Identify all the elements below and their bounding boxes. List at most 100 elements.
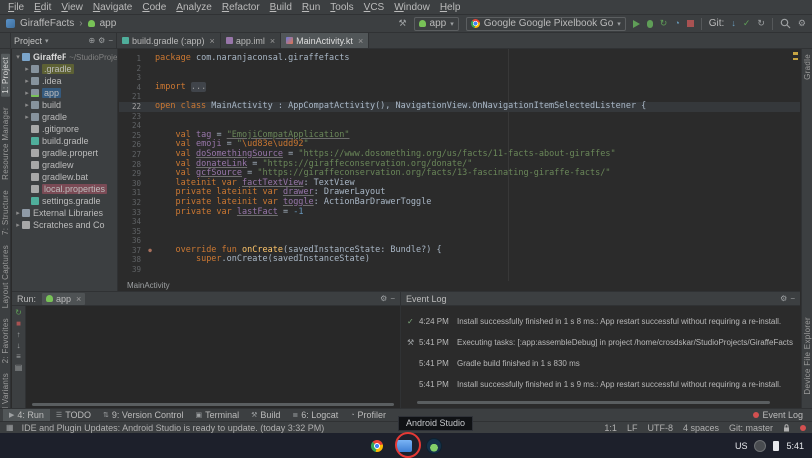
- toolwindow-button-event-log[interactable]: Event Log: [747, 409, 809, 421]
- menu-item-help[interactable]: Help: [435, 2, 466, 13]
- settings-gear-icon[interactable]: ⚙: [98, 36, 105, 45]
- tree-item-gitignore[interactable]: .gitignore: [12, 123, 117, 135]
- toolwindow-button-9-version-control[interactable]: ⇅9: Version Control: [97, 409, 189, 421]
- toolwindow-stripe-1-project[interactable]: 1: Project: [1, 54, 10, 97]
- toolbar-module-name[interactable]: app: [100, 18, 117, 29]
- chrome-taskbar-icon[interactable]: [371, 440, 383, 452]
- warning-scroll-mark[interactable]: [793, 58, 798, 60]
- menu-icon[interactable]: ≡: [16, 352, 21, 362]
- run-console-output[interactable]: [26, 306, 400, 408]
- system-tray[interactable]: US 5:41: [735, 433, 804, 458]
- menu-item-view[interactable]: View: [56, 2, 88, 13]
- toolwindow-toggle-icon[interactable]: ▦: [6, 423, 14, 432]
- menu-item-code[interactable]: Code: [137, 2, 171, 13]
- tree-item-gradlew-bat[interactable]: gradlew.bat: [12, 171, 117, 183]
- settings-gear-icon[interactable]: ⚙: [380, 294, 387, 303]
- code-line-4[interactable]: 4import ...: [119, 83, 800, 93]
- close-icon[interactable]: ×: [210, 36, 215, 46]
- status-message[interactable]: IDE and Plugin Updates: Android Studio i…: [22, 423, 325, 433]
- toolwindow-stripe-device-file-explorer[interactable]: Device File Explorer: [803, 317, 812, 395]
- line-separator[interactable]: LF: [627, 423, 638, 433]
- code-line-2[interactable]: 2: [119, 64, 800, 74]
- hide-panel-icon[interactable]: −: [108, 36, 113, 45]
- run-configuration-select[interactable]: app ▾: [414, 17, 459, 31]
- settings-gear-icon[interactable]: ⚙: [780, 294, 787, 303]
- apply-changes-icon[interactable]: ↻: [660, 19, 668, 28]
- toolwindow-stripe-resource-manager[interactable]: Resource Manager: [1, 107, 10, 180]
- warning-scroll-mark[interactable]: [793, 52, 798, 55]
- stop-icon[interactable]: ■: [16, 319, 21, 329]
- code-line-38[interactable]: 38 super.onCreate(savedInstanceState): [119, 255, 800, 265]
- menu-item-navigate[interactable]: Navigate: [88, 2, 137, 13]
- code-line-22[interactable]: 22open class MainActivity : AppCompatAct…: [119, 102, 800, 112]
- editor-tab-mainactivity-kt[interactable]: MainActivity.kt×: [281, 33, 369, 48]
- keyboard-layout-label[interactable]: US: [735, 441, 748, 451]
- run-button[interactable]: [633, 20, 640, 28]
- tree-item-build-gradle[interactable]: build.gradle: [12, 135, 117, 147]
- run-tab-app[interactable]: app ×: [42, 293, 85, 305]
- menu-item-window[interactable]: Window: [389, 2, 435, 13]
- file-encoding[interactable]: UTF-8: [647, 423, 673, 433]
- tree-item-idea[interactable]: ▸.idea: [12, 75, 117, 87]
- close-icon[interactable]: ×: [270, 36, 275, 46]
- tree-item-gradle-propert[interactable]: gradle.propert: [12, 147, 117, 159]
- hide-panel-icon[interactable]: −: [790, 294, 795, 303]
- code-line-3[interactable]: 3: [119, 73, 800, 83]
- up-icon[interactable]: ↑: [17, 330, 21, 340]
- toolwindow-button-profiler[interactable]: ◔Profiler: [344, 409, 392, 421]
- code-editor[interactable]: 1package com.naranjaconsal.giraffefacts2…: [119, 49, 800, 281]
- close-icon[interactable]: ×: [76, 294, 81, 304]
- code-line-39[interactable]: 39: [119, 265, 800, 275]
- toolwindow-stripe-7-structure[interactable]: 7: Structure: [1, 190, 10, 235]
- rerun-icon[interactable]: ↻: [15, 308, 22, 318]
- git-commit-icon[interactable]: ✓: [743, 19, 751, 28]
- toolwindow-button-4-run[interactable]: ▶4: Run: [3, 409, 50, 421]
- menu-item-refactor[interactable]: Refactor: [217, 2, 265, 13]
- notification-dot-icon[interactable]: [800, 425, 806, 431]
- tree-item-build[interactable]: ▸build: [12, 99, 117, 111]
- horizontal-scrollbar[interactable]: [32, 403, 394, 406]
- editor-tab-app-iml[interactable]: app.iml×: [221, 33, 281, 48]
- toolwindow-button-terminal[interactable]: ▣Terminal: [189, 409, 245, 421]
- menu-item-tools[interactable]: Tools: [325, 2, 358, 13]
- settings-gear-icon[interactable]: ⚙: [798, 19, 806, 28]
- lock-icon[interactable]: [783, 424, 790, 432]
- project-panel-title[interactable]: Project: [14, 36, 42, 46]
- hide-panel-icon[interactable]: −: [390, 294, 395, 303]
- menu-item-analyze[interactable]: Analyze: [171, 2, 217, 13]
- down-icon[interactable]: ↓: [17, 341, 21, 351]
- tree-item-settings-gradle[interactable]: settings.gradle: [12, 195, 117, 207]
- menu-item-file[interactable]: File: [3, 2, 29, 13]
- tree-item-external-libraries[interactable]: ▸External Libraries: [12, 207, 117, 219]
- clear-icon[interactable]: ▤: [15, 363, 23, 373]
- stop-button[interactable]: [687, 20, 694, 27]
- editor-breadcrumb[interactable]: MainActivity: [119, 281, 800, 291]
- event-log-entries[interactable]: ✓4:24 PMInstall successfully finished in…: [401, 306, 800, 408]
- indent-setting[interactable]: 4 spaces: [683, 423, 719, 433]
- toolwindow-stripe-gradle[interactable]: Gradle: [803, 54, 812, 80]
- device-select[interactable]: Google Google Pixelbook Go ▾: [466, 17, 626, 31]
- toolwindow-stripe-2-favorites[interactable]: 2: Favorites: [1, 318, 10, 363]
- tree-item-app[interactable]: ▸app: [12, 87, 117, 99]
- code-line-35[interactable]: 35: [119, 227, 800, 237]
- android-studio-taskbar-icon[interactable]: [426, 438, 442, 454]
- git-branch[interactable]: Git: master: [729, 423, 773, 433]
- toolwindow-button-6-logcat[interactable]: ≣6: Logcat: [286, 409, 344, 421]
- toolwindow-button-build[interactable]: ⚒Build: [245, 409, 286, 421]
- locate-file-icon[interactable]: ⊕: [88, 36, 95, 45]
- code-line-34[interactable]: 34: [119, 217, 800, 227]
- tree-item-gradle[interactable]: ▸.gradle: [12, 63, 117, 75]
- build-hammer-icon[interactable]: ⚒: [398, 19, 406, 28]
- toolwindow-stripe-layout-captures[interactable]: Layout Captures: [1, 245, 10, 308]
- toolwindow-button-todo[interactable]: ☰TODO: [50, 409, 97, 421]
- tree-item-giraffefacts[interactable]: ▾GiraffeFacts~/StudioProjects/Gira: [12, 51, 117, 63]
- toolbar-project-name[interactable]: GiraffeFacts: [20, 18, 74, 29]
- editor-tab-build-gradle-app[interactable]: build.gradle (:app)×: [117, 33, 221, 48]
- clock[interactable]: 5:41: [786, 441, 804, 451]
- search-icon[interactable]: [780, 18, 791, 29]
- code-line-23[interactable]: 23: [119, 112, 800, 122]
- tree-item-gradle[interactable]: ▸gradle: [12, 111, 117, 123]
- profiler-icon[interactable]: ◔: [674, 19, 679, 28]
- menu-item-build[interactable]: Build: [265, 2, 297, 13]
- code-line-1[interactable]: 1package com.naranjaconsal.giraffefacts: [119, 54, 800, 64]
